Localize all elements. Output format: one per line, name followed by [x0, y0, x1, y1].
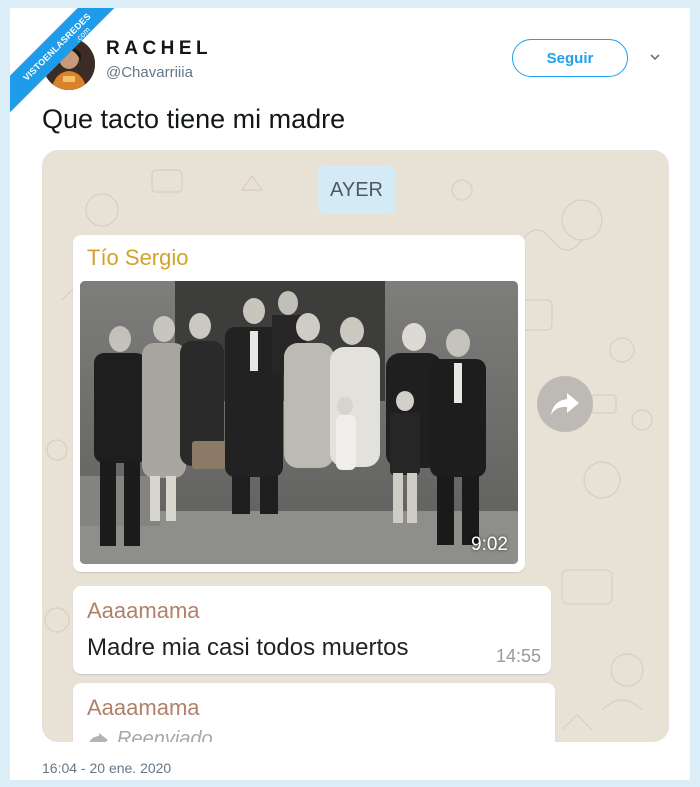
- tweet-media-chat-screenshot[interactable]: AYER Tío Sergio 9:02 Aaaamama Madre mia …: [42, 150, 669, 742]
- message-bubble-text[interactable]: Aaaamama Madre mia casi todos muertos 14…: [73, 586, 551, 674]
- chevron-down-icon[interactable]: [650, 52, 660, 62]
- date-separator-chip: AYER: [317, 166, 396, 214]
- tweet-card: VISTOENLASREDES .com RACHEL @Chavarriiia…: [10, 8, 690, 780]
- follow-button[interactable]: Seguir: [512, 39, 628, 77]
- forwarded-arrow-icon: [89, 732, 108, 742]
- message-text: Madre mia casi todos muertos: [87, 634, 409, 661]
- message-bubble-photo[interactable]: Tío Sergio 9:02: [73, 235, 525, 572]
- message-sender: Aaaamama: [87, 695, 200, 720]
- message-time: 14:55: [495, 646, 541, 666]
- watermark-ribbon: VISTOENLASREDES .com: [10, 8, 130, 128]
- watermark-band: VISTOENLASREDES: [10, 8, 127, 117]
- message-time: 9:02: [471, 534, 508, 555]
- family-photo[interactable]: 9:02: [80, 281, 518, 564]
- message-sender: Aaaamama: [87, 598, 200, 623]
- tweet-timestamp[interactable]: 16:04 - 20 ene. 2020: [42, 760, 171, 776]
- forwarded-indicator: Reenviado: [87, 728, 213, 742]
- message-bubble-forwarded[interactable]: Aaaamama Reenviado: [73, 683, 555, 742]
- share-forward-icon: [551, 393, 579, 415]
- forward-button[interactable]: [537, 376, 593, 432]
- watermark-text: VISTOENLASREDES: [21, 11, 93, 83]
- photo-image: [80, 281, 518, 564]
- forwarded-label: Reenviado: [117, 728, 213, 742]
- message-sender: Tío Sergio: [87, 245, 189, 270]
